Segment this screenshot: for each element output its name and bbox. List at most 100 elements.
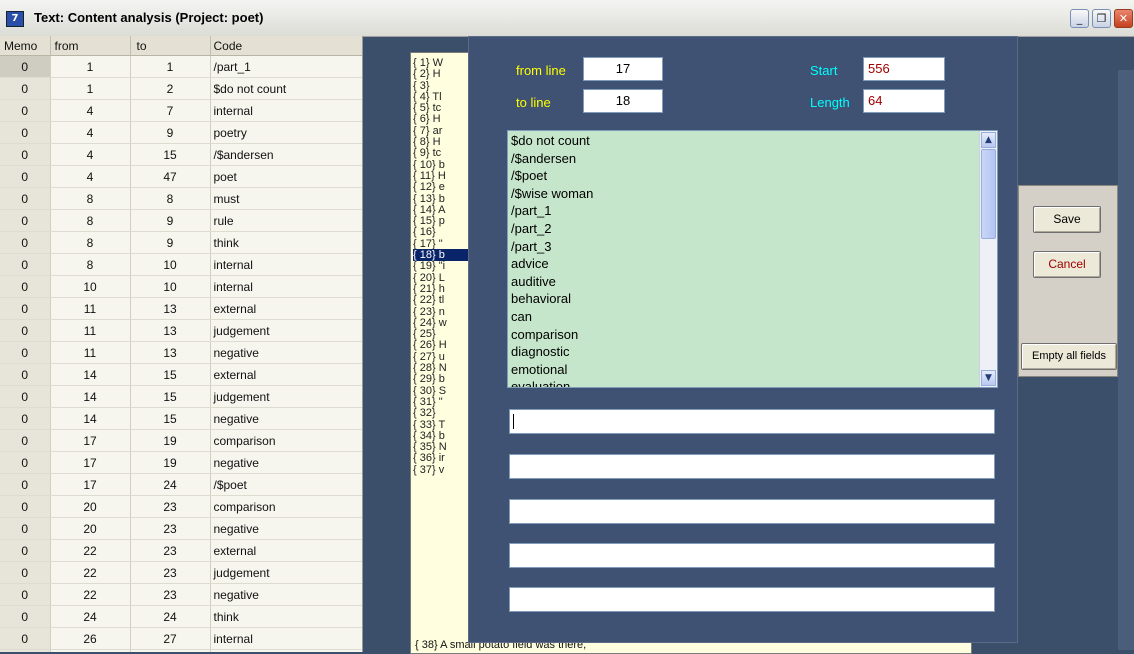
from-cell[interactable]: 4 xyxy=(50,121,131,144)
table-row[interactable]: 0 8 9 think xyxy=(0,231,362,254)
memo-cell[interactable]: 0 xyxy=(0,429,51,452)
text-line[interactable]: { 19} "i xyxy=(413,260,445,272)
table-row[interactable]: 0 22 23 external xyxy=(0,539,362,562)
coding-grid[interactable]: Memo from to Code 0 1 1/part_1 0 1 2 $do not c… xyxy=(0,36,363,652)
restore-button[interactable]: ❐ xyxy=(1092,9,1111,28)
text-line[interactable]: { 9} tc xyxy=(413,147,441,159)
to-cell[interactable]: 19 xyxy=(130,451,211,474)
text-line[interactable]: { 1} W xyxy=(413,57,443,69)
to-cell[interactable]: 23 xyxy=(130,495,211,518)
text-line[interactable]: { 35} N xyxy=(413,441,447,453)
to-cell[interactable]: 13 xyxy=(130,341,211,364)
code-cell[interactable]: poetry xyxy=(210,121,362,144)
code-cell[interactable]: judgement xyxy=(210,385,362,408)
table-row[interactable]: 0 11 13 negative xyxy=(0,341,362,364)
text-line[interactable]: { 28} N xyxy=(413,362,447,374)
text-line[interactable]: { 5} tc xyxy=(413,102,441,114)
text-line[interactable]: { 18} b xyxy=(413,249,471,262)
code-list-item[interactable]: comparison xyxy=(508,326,997,344)
table-row[interactable]: 0 26 27 internal xyxy=(0,627,362,650)
to-line-field[interactable]: 18 xyxy=(583,89,663,113)
memo-cell[interactable]: 0 xyxy=(0,297,51,320)
memo-cell[interactable]: 0 xyxy=(0,319,51,342)
to-cell[interactable]: 24 xyxy=(130,473,211,496)
from-cell[interactable]: 20 xyxy=(50,517,131,540)
to-cell[interactable]: 7 xyxy=(130,99,211,122)
from-cell[interactable]: 24 xyxy=(50,605,131,628)
memo-field-1[interactable] xyxy=(509,409,995,434)
memo-cell[interactable]: 0 xyxy=(0,451,51,474)
code-cell[interactable]: negative xyxy=(210,451,362,474)
cancel-button[interactable]: Cancel xyxy=(1033,251,1101,278)
from-cell[interactable]: 11 xyxy=(50,319,131,342)
code-list-item[interactable]: /$andersen xyxy=(508,150,997,168)
code-cell[interactable]: judgement xyxy=(210,561,362,584)
memo-cell[interactable]: 0 xyxy=(0,275,51,298)
text-line[interactable]: { 34} b xyxy=(413,430,445,442)
to-cell[interactable]: 23 xyxy=(130,583,211,606)
text-line[interactable]: { 21} h xyxy=(413,283,445,295)
scroll-down-icon[interactable]: ▼ xyxy=(981,370,996,386)
to-cell[interactable]: 47 xyxy=(130,165,211,188)
length-field[interactable]: 64 xyxy=(863,89,945,113)
memo-cell[interactable]: 0 xyxy=(0,583,51,606)
table-row[interactable]: 0 10 10 internal xyxy=(0,275,362,298)
code-cell[interactable]: internal xyxy=(210,275,362,298)
text-line[interactable]: { 10} b xyxy=(413,159,445,171)
table-row[interactable]: 0 24 24 think xyxy=(0,605,362,628)
memo-cell[interactable]: 0 xyxy=(0,231,51,254)
from-cell[interactable]: 8 xyxy=(50,231,131,254)
code-cell[interactable]: comparison xyxy=(210,429,362,452)
memo-field-2[interactable] xyxy=(509,454,995,479)
code-cell[interactable]: external xyxy=(210,539,362,562)
text-line[interactable]: { 2} H xyxy=(413,68,441,80)
column-header-from[interactable]: from xyxy=(50,36,131,56)
text-line[interactable]: { 22} tl xyxy=(413,294,444,306)
to-cell[interactable]: 24 xyxy=(130,605,211,628)
from-cell[interactable]: 8 xyxy=(50,209,131,232)
from-cell[interactable]: 22 xyxy=(50,583,131,606)
text-line[interactable]: { 29} b xyxy=(413,373,445,385)
text-line[interactable]: { 24} w xyxy=(413,317,447,329)
memo-cell[interactable]: 0 xyxy=(0,143,51,166)
memo-cell[interactable]: 0 xyxy=(0,495,51,518)
table-row[interactable]: 0 20 23 comparison xyxy=(0,495,362,518)
text-line[interactable]: { 12} e xyxy=(413,181,445,193)
from-cell[interactable]: 11 xyxy=(50,341,131,364)
code-cell[interactable]: poet xyxy=(210,165,362,188)
memo-cell[interactable]: 0 xyxy=(0,539,51,562)
code-list-item[interactable]: /$poet xyxy=(508,167,997,185)
text-line[interactable]: { 4} Tl xyxy=(413,91,442,103)
scroll-thumb[interactable] xyxy=(981,149,996,239)
code-listbox[interactable]: $do not count/$andersen/$poet/$wise woma… xyxy=(507,130,998,388)
text-line[interactable]: { 33} T xyxy=(413,419,445,431)
from-cell[interactable]: 11 xyxy=(50,297,131,320)
to-cell[interactable]: 15 xyxy=(130,363,211,386)
code-list-item[interactable]: evaluation xyxy=(508,378,997,387)
code-list-item[interactable]: advice xyxy=(508,255,997,273)
code-cell[interactable]: $do not count xyxy=(210,77,362,100)
from-cell[interactable]: 22 xyxy=(50,561,131,584)
text-line[interactable]: { 23} n xyxy=(413,306,445,318)
table-row[interactable]: 0 1 2 $do not count xyxy=(0,77,362,100)
code-list-scrollbar[interactable]: ▲ ▼ xyxy=(979,131,997,387)
text-line[interactable]: { 26} H xyxy=(413,339,447,351)
code-list-item[interactable]: /part_1 xyxy=(508,202,997,220)
from-cell[interactable]: 22 xyxy=(50,539,131,562)
code-cell[interactable]: /$poet xyxy=(210,473,362,496)
to-cell[interactable]: 27 xyxy=(130,627,211,650)
to-cell[interactable]: 8 xyxy=(130,187,211,210)
code-cell[interactable]: negative xyxy=(210,517,362,540)
from-cell[interactable]: 17 xyxy=(50,429,131,452)
code-cell[interactable]: /part_1 xyxy=(210,55,362,78)
memo-field-3[interactable] xyxy=(509,499,995,524)
memo-cell[interactable]: 0 xyxy=(0,341,51,364)
table-row[interactable]: 0 17 19 comparison xyxy=(0,429,362,452)
text-line[interactable]: { 20} L xyxy=(413,272,445,284)
code-list-item[interactable]: behavioral xyxy=(508,290,997,308)
memo-cell[interactable]: 0 xyxy=(0,77,51,100)
code-cell[interactable]: think xyxy=(210,605,362,628)
memo-cell[interactable]: 0 xyxy=(0,385,51,408)
memo-cell[interactable]: 0 xyxy=(0,605,51,628)
text-line[interactable]: { 25} xyxy=(413,328,436,340)
